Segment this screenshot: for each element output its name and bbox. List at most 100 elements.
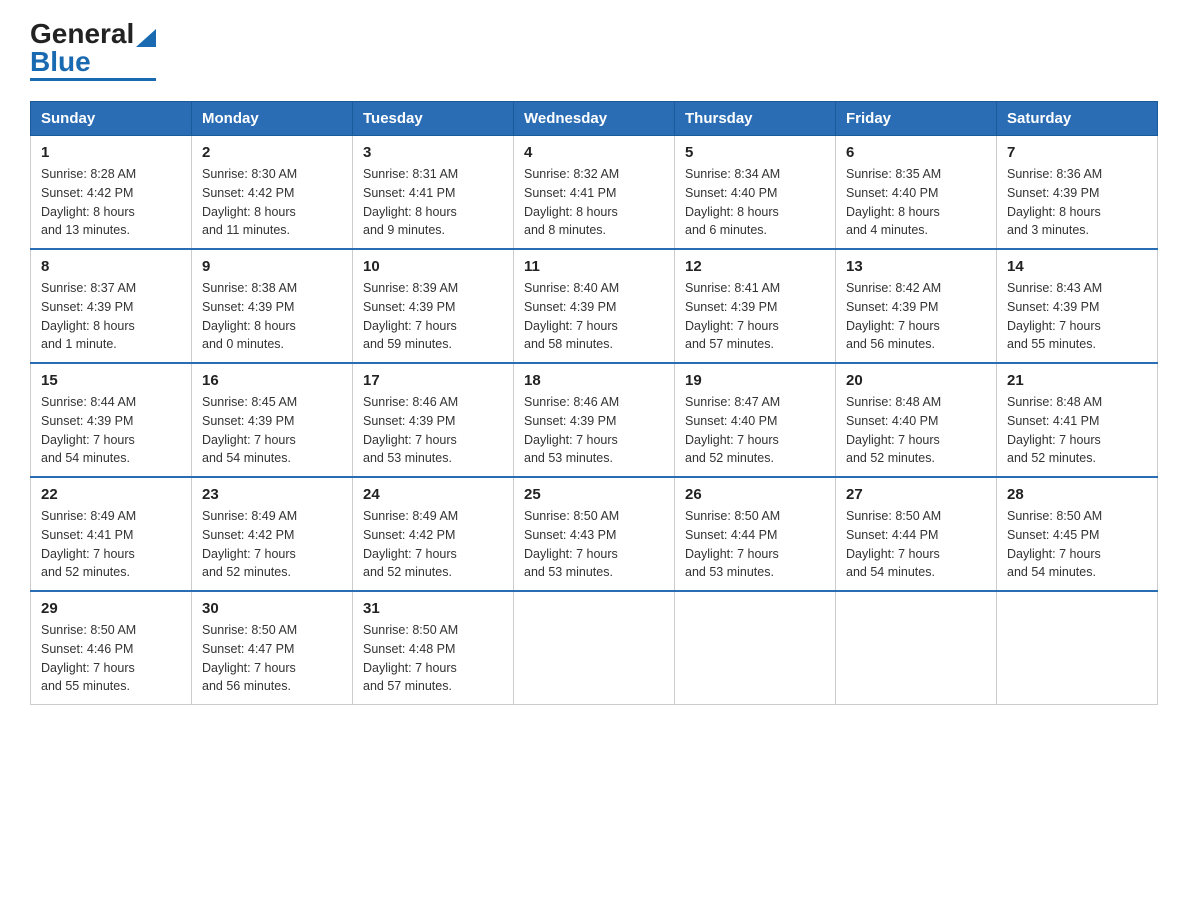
- day-info: Sunrise: 8:49 AM Sunset: 4:42 PM Dayligh…: [202, 507, 342, 582]
- day-info: Sunrise: 8:50 AM Sunset: 4:46 PM Dayligh…: [41, 621, 181, 696]
- day-cell: [836, 591, 997, 705]
- header-sunday: Sunday: [31, 102, 192, 136]
- day-cell: 14 Sunrise: 8:43 AM Sunset: 4:39 PM Dayli…: [997, 249, 1158, 363]
- day-cell: 11Sunrise: 8:40 AM Sunset: 4:39 PM Dayli…: [514, 249, 675, 363]
- day-info: Sunrise: 8:48 AM Sunset: 4:41 PM Dayligh…: [1007, 393, 1147, 468]
- day-number: 27: [846, 486, 986, 503]
- day-cell: 17 Sunrise: 8:46 AM Sunset: 4:39 PM Dayli…: [353, 363, 514, 477]
- day-info: Sunrise: 8:30 AM Sunset: 4:42 PM Dayligh…: [202, 165, 342, 240]
- calendar-table: SundayMondayTuesdayWednesdayThursdayFrid…: [30, 101, 1158, 705]
- day-info: Sunrise: 8:36 AM Sunset: 4:39 PM Dayligh…: [1007, 165, 1147, 240]
- day-number: 31: [363, 600, 503, 617]
- week-row-1: 1 Sunrise: 8:28 AM Sunset: 4:42 PM Daylig…: [31, 136, 1158, 250]
- day-info: Sunrise: 8:50 AM Sunset: 4:45 PM Dayligh…: [1007, 507, 1147, 582]
- day-info: Sunrise: 8:50 AM Sunset: 4:48 PM Dayligh…: [363, 621, 503, 696]
- day-cell: 30 Sunrise: 8:50 AM Sunset: 4:47 PM Dayli…: [192, 591, 353, 705]
- day-cell: 7 Sunrise: 8:36 AM Sunset: 4:39 PM Daylig…: [997, 136, 1158, 250]
- header-tuesday: Tuesday: [353, 102, 514, 136]
- day-number: 20: [846, 372, 986, 389]
- day-cell: 3 Sunrise: 8:31 AM Sunset: 4:41 PM Daylig…: [353, 136, 514, 250]
- day-number: 24: [363, 486, 503, 503]
- day-info: Sunrise: 8:50 AM Sunset: 4:44 PM Dayligh…: [685, 507, 825, 582]
- day-info: Sunrise: 8:35 AM Sunset: 4:40 PM Dayligh…: [846, 165, 986, 240]
- day-cell: 23 Sunrise: 8:49 AM Sunset: 4:42 PM Dayli…: [192, 477, 353, 591]
- day-number: 14: [1007, 258, 1147, 275]
- day-number: 3: [363, 144, 503, 161]
- week-row-5: 29 Sunrise: 8:50 AM Sunset: 4:46 PM Dayli…: [31, 591, 1158, 705]
- day-info: Sunrise: 8:39 AM Sunset: 4:39 PM Dayligh…: [363, 279, 503, 354]
- day-cell: 18 Sunrise: 8:46 AM Sunset: 4:39 PM Dayli…: [514, 363, 675, 477]
- logo-underline: [30, 78, 156, 81]
- logo-text: General: [30, 20, 156, 48]
- weekday-header-row: SundayMondayTuesdayWednesdayThursdayFrid…: [31, 102, 1158, 136]
- day-info: Sunrise: 8:46 AM Sunset: 4:39 PM Dayligh…: [363, 393, 503, 468]
- day-number: 25: [524, 486, 664, 503]
- day-info: Sunrise: 8:40 AM Sunset: 4:39 PM Dayligh…: [524, 279, 664, 354]
- day-number: 23: [202, 486, 342, 503]
- day-info: Sunrise: 8:50 AM Sunset: 4:43 PM Dayligh…: [524, 507, 664, 582]
- day-info: Sunrise: 8:41 AM Sunset: 4:39 PM Dayligh…: [685, 279, 825, 354]
- day-cell: 21 Sunrise: 8:48 AM Sunset: 4:41 PM Dayli…: [997, 363, 1158, 477]
- day-number: 2: [202, 144, 342, 161]
- day-number: 18: [524, 372, 664, 389]
- day-number: 4: [524, 144, 664, 161]
- day-info: Sunrise: 8:34 AM Sunset: 4:40 PM Dayligh…: [685, 165, 825, 240]
- day-number: 8: [41, 258, 181, 275]
- day-cell: 26 Sunrise: 8:50 AM Sunset: 4:44 PM Dayli…: [675, 477, 836, 591]
- day-cell: [675, 591, 836, 705]
- day-cell: 16Sunrise: 8:45 AM Sunset: 4:39 PM Dayli…: [192, 363, 353, 477]
- day-cell: [997, 591, 1158, 705]
- day-number: 26: [685, 486, 825, 503]
- day-cell: 4 Sunrise: 8:32 AM Sunset: 4:41 PM Daylig…: [514, 136, 675, 250]
- day-cell: 28 Sunrise: 8:50 AM Sunset: 4:45 PM Dayli…: [997, 477, 1158, 591]
- day-number: 30: [202, 600, 342, 617]
- day-info: Sunrise: 8:47 AM Sunset: 4:40 PM Dayligh…: [685, 393, 825, 468]
- header-friday: Friday: [836, 102, 997, 136]
- day-info: Sunrise: 8:46 AM Sunset: 4:39 PM Dayligh…: [524, 393, 664, 468]
- day-number: 17: [363, 372, 503, 389]
- day-cell: 9Sunrise: 8:38 AM Sunset: 4:39 PM Daylig…: [192, 249, 353, 363]
- day-cell: 22Sunrise: 8:49 AM Sunset: 4:41 PM Dayli…: [31, 477, 192, 591]
- day-cell: 20 Sunrise: 8:48 AM Sunset: 4:40 PM Dayli…: [836, 363, 997, 477]
- day-info: Sunrise: 8:48 AM Sunset: 4:40 PM Dayligh…: [846, 393, 986, 468]
- day-number: 19: [685, 372, 825, 389]
- header-monday: Monday: [192, 102, 353, 136]
- day-info: Sunrise: 8:28 AM Sunset: 4:42 PM Dayligh…: [41, 165, 181, 240]
- day-cell: 24 Sunrise: 8:49 AM Sunset: 4:42 PM Dayli…: [353, 477, 514, 591]
- day-info: Sunrise: 8:50 AM Sunset: 4:47 PM Dayligh…: [202, 621, 342, 696]
- day-number: 12: [685, 258, 825, 275]
- day-number: 7: [1007, 144, 1147, 161]
- day-number: 28: [1007, 486, 1147, 503]
- day-info: Sunrise: 8:31 AM Sunset: 4:41 PM Dayligh…: [363, 165, 503, 240]
- day-info: Sunrise: 8:43 AM Sunset: 4:39 PM Dayligh…: [1007, 279, 1147, 354]
- day-cell: 13 Sunrise: 8:42 AM Sunset: 4:39 PM Dayli…: [836, 249, 997, 363]
- day-info: Sunrise: 8:50 AM Sunset: 4:44 PM Dayligh…: [846, 507, 986, 582]
- header-thursday: Thursday: [675, 102, 836, 136]
- day-cell: 2 Sunrise: 8:30 AM Sunset: 4:42 PM Daylig…: [192, 136, 353, 250]
- day-info: Sunrise: 8:38 AM Sunset: 4:39 PM Dayligh…: [202, 279, 342, 354]
- day-number: 21: [1007, 372, 1147, 389]
- week-row-4: 22Sunrise: 8:49 AM Sunset: 4:41 PM Dayli…: [31, 477, 1158, 591]
- day-info: Sunrise: 8:49 AM Sunset: 4:42 PM Dayligh…: [363, 507, 503, 582]
- day-cell: 1 Sunrise: 8:28 AM Sunset: 4:42 PM Daylig…: [31, 136, 192, 250]
- week-row-3: 15Sunrise: 8:44 AM Sunset: 4:39 PM Dayli…: [31, 363, 1158, 477]
- day-cell: 8Sunrise: 8:37 AM Sunset: 4:39 PM Daylig…: [31, 249, 192, 363]
- header-saturday: Saturday: [997, 102, 1158, 136]
- logo: General Blue: [30, 20, 156, 81]
- day-number: 22: [41, 486, 181, 503]
- day-cell: [514, 591, 675, 705]
- header-wednesday: Wednesday: [514, 102, 675, 136]
- day-number: 13: [846, 258, 986, 275]
- day-info: Sunrise: 8:32 AM Sunset: 4:41 PM Dayligh…: [524, 165, 664, 240]
- day-number: 29: [41, 600, 181, 617]
- day-cell: 10 Sunrise: 8:39 AM Sunset: 4:39 PM Dayli…: [353, 249, 514, 363]
- day-info: Sunrise: 8:42 AM Sunset: 4:39 PM Dayligh…: [846, 279, 986, 354]
- day-number: 10: [363, 258, 503, 275]
- day-cell: 12 Sunrise: 8:41 AM Sunset: 4:39 PM Dayli…: [675, 249, 836, 363]
- day-cell: 15Sunrise: 8:44 AM Sunset: 4:39 PM Dayli…: [31, 363, 192, 477]
- logo-blue-text: Blue: [30, 48, 91, 76]
- day-number: 1: [41, 144, 181, 161]
- day-cell: 25 Sunrise: 8:50 AM Sunset: 4:43 PM Dayli…: [514, 477, 675, 591]
- day-cell: 6Sunrise: 8:35 AM Sunset: 4:40 PM Daylig…: [836, 136, 997, 250]
- week-row-2: 8Sunrise: 8:37 AM Sunset: 4:39 PM Daylig…: [31, 249, 1158, 363]
